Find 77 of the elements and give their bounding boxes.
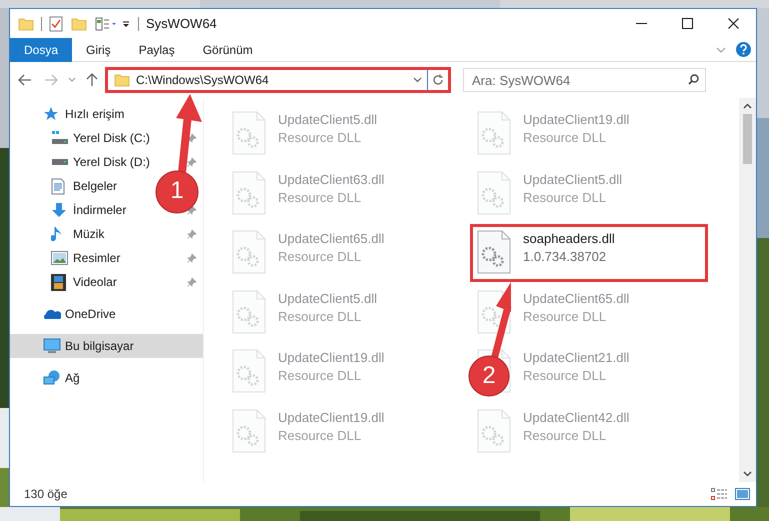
file-detail: Resource DLL — [523, 188, 608, 206]
file-detail: Resource DLL — [278, 188, 362, 206]
star-icon — [43, 106, 59, 122]
file-name[interactable]: soapheaders.dll — [523, 230, 615, 248]
address-field[interactable]: C:\Windows\SysWOW64 — [105, 67, 451, 93]
search-icon — [688, 74, 699, 85]
file-detail: Resource DLL — [523, 129, 608, 147]
chevron-up-icon — [743, 103, 752, 109]
file-detail: Resource DLL — [523, 308, 608, 326]
back-arrow-icon[interactable] — [18, 74, 32, 86]
image-icon — [51, 251, 68, 265]
chevron-down-icon — [743, 471, 752, 477]
up-arrow-icon[interactable] — [86, 73, 98, 87]
sidebar-item[interactable]: Müzik — [51, 225, 104, 243]
scrollbar[interactable] — [739, 98, 756, 482]
sidebar-item[interactable]: Resimler — [51, 249, 120, 267]
settings-file-icon — [477, 170, 511, 214]
settings-file-icon — [232, 111, 266, 155]
search-field[interactable]: Ara: SysWOW64 — [463, 68, 706, 92]
image-icon[interactable] — [735, 488, 750, 500]
sidebar-item[interactable]: Yerel Disk (C:) — [51, 129, 150, 147]
refresh-icon[interactable] — [432, 74, 444, 86]
download-icon — [51, 202, 67, 218]
film-icon — [51, 274, 66, 290]
step-number: 2 — [481, 363, 497, 389]
file-detail: Resource DLL — [278, 426, 362, 444]
minimize-icon — [636, 23, 646, 24]
close-icon — [728, 18, 738, 29]
help-icon[interactable] — [736, 42, 751, 57]
settings-file-icon — [232, 230, 266, 274]
settings-file-icon — [477, 230, 511, 274]
file-detail: Resource DLL — [523, 367, 608, 385]
sidebar-item[interactable]: Belgeler — [51, 177, 118, 195]
drive-icon — [51, 130, 69, 146]
settings-file-icon — [232, 290, 266, 334]
item-count: 130 öğe — [24, 486, 68, 503]
window-title: SysWOW64 — [146, 14, 217, 33]
ribbon-tab[interactable]: Paylaş — [124, 38, 189, 62]
details-view-icon[interactable] — [711, 488, 727, 500]
sidebar-item[interactable]: İndirmeler — [51, 201, 126, 219]
sidebar-item[interactable]: Ağ — [43, 369, 80, 387]
sidebar-item[interactable]: Hızlı erişim — [43, 105, 124, 123]
settings-file-icon — [232, 170, 266, 214]
file-detail: Resource DLL — [278, 248, 362, 266]
ribbon-tab[interactable]: Görünüm — [188, 38, 267, 62]
drive-icon — [51, 158, 69, 166]
music-note-icon — [51, 226, 63, 242]
settings-file-icon — [477, 111, 511, 155]
dropdown-icon[interactable] — [121, 18, 131, 28]
settings-file-icon — [232, 349, 266, 393]
chevron-down-icon[interactable] — [413, 77, 422, 83]
maximize-icon — [682, 18, 692, 29]
scrollbar-thumb[interactable] — [743, 114, 752, 164]
cloud-icon — [43, 308, 61, 320]
checklist-icon[interactable] — [49, 16, 63, 32]
network-icon — [43, 370, 61, 386]
file-detail: 1.0.734.38702 — [523, 248, 608, 266]
sidebar-item[interactable]: Bu bilgisayar — [43, 337, 134, 355]
file-detail: Resource DLL — [523, 426, 608, 444]
document-icon — [51, 178, 65, 194]
folder-icon — [71, 16, 87, 30]
address-path: C:\Windows\SysWOW64 — [136, 72, 270, 89]
sidebar-item[interactable]: Yerel Disk (D:) — [51, 153, 150, 171]
step-number: 1 — [169, 178, 185, 204]
settings-file-icon — [477, 408, 511, 452]
sidebar-item[interactable]: OneDrive — [43, 305, 116, 323]
settings-file-icon — [232, 408, 266, 452]
monitor-icon — [43, 338, 61, 354]
folder-icon — [114, 73, 130, 87]
file-detail: Resource DLL — [278, 367, 362, 385]
sidebar-item[interactable]: Videolar — [51, 273, 117, 291]
file-menu-button[interactable]: Dosya — [10, 38, 72, 62]
ribbon-tab[interactable]: Giriş — [72, 38, 125, 62]
file-detail: Resource DLL — [278, 308, 362, 326]
folder-icon — [18, 16, 34, 30]
properties-icon[interactable] — [95, 16, 117, 30]
file-detail: Resource DLL — [278, 129, 362, 147]
